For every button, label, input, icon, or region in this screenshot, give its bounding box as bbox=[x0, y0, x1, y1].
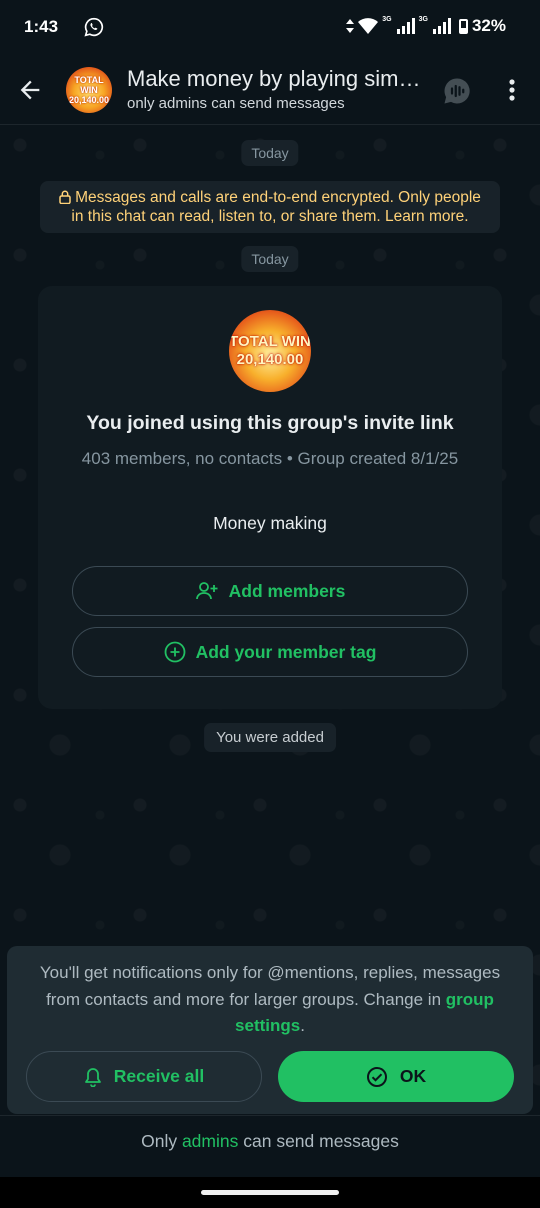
battery-percent: 32% bbox=[471, 16, 506, 35]
avatar-text: TOTAL WIN 20,140.00 bbox=[68, 75, 110, 105]
member-tag-label: Add your member tag bbox=[195, 641, 377, 662]
receive-all-label: Receive all bbox=[113, 1066, 205, 1086]
notification-text: You'll get notifications only for @menti… bbox=[23, 960, 517, 1040]
admins-only-bar: Only admins can send messages bbox=[0, 1115, 540, 1178]
chat-subtitle: only admins can send messages bbox=[127, 95, 345, 112]
group-intro-card: TOTAL WIN 20,140.00 You joined using thi… bbox=[38, 286, 502, 709]
group-meta: 403 members, no contacts • Group created… bbox=[81, 449, 459, 468]
network-type-label-2: 3G bbox=[418, 16, 428, 23]
chat-title[interactable]: Make money by playing simpl... bbox=[127, 66, 427, 92]
receive-all-button[interactable]: Receive all bbox=[26, 1051, 262, 1102]
group-avatar[interactable]: TOTAL WIN 20,140.00 bbox=[66, 67, 112, 113]
battery-icon bbox=[458, 18, 468, 34]
footer-prefix: Only bbox=[141, 1131, 182, 1151]
ok-button[interactable]: OK bbox=[278, 1051, 514, 1102]
card-avatar-text: TOTAL WIN 20,140.00 bbox=[229, 333, 311, 368]
bell-icon bbox=[84, 1067, 101, 1087]
status-bar: 1:43 3G 3G 32% bbox=[0, 0, 540, 56]
admins-link[interactable]: admins bbox=[182, 1131, 238, 1151]
system-nav-bar bbox=[0, 1177, 540, 1208]
invite-heading: You joined using this group's invite lin… bbox=[86, 412, 454, 434]
signal-icon bbox=[396, 18, 415, 34]
ok-label: OK bbox=[399, 1066, 427, 1086]
date-chip-2: Today bbox=[241, 246, 299, 272]
wifi-icon bbox=[358, 18, 379, 34]
footer-suffix: can send messages bbox=[238, 1131, 399, 1151]
lock-icon bbox=[59, 190, 71, 204]
encryption-notice[interactable]: Messages and calls are end-to-end encryp… bbox=[40, 181, 500, 233]
chat-header[interactable]: TOTAL WIN 20,140.00 Make money by playin… bbox=[0, 56, 540, 125]
group-description: Money making bbox=[213, 513, 327, 533]
data-arrows-icon bbox=[346, 19, 355, 33]
add-person-icon bbox=[195, 582, 218, 600]
back-arrow-icon[interactable] bbox=[16, 76, 44, 104]
add-members-button[interactable]: Add members bbox=[72, 566, 468, 616]
signal-icon-2 bbox=[432, 18, 451, 34]
add-member-tag-button[interactable]: Add your member tag bbox=[72, 627, 468, 677]
network-type-label: 3G bbox=[382, 16, 392, 23]
group-card-avatar[interactable]: TOTAL WIN 20,140.00 bbox=[229, 310, 311, 392]
add-members-label: Add members bbox=[228, 580, 346, 601]
check-circle-icon bbox=[366, 1066, 387, 1087]
notification-settings-panel: You'll get notifications only for @menti… bbox=[7, 946, 533, 1114]
whatsapp-icon bbox=[84, 17, 104, 37]
more-options-icon[interactable] bbox=[500, 76, 524, 104]
system-message: You were added bbox=[204, 723, 336, 752]
voice-chat-icon[interactable] bbox=[442, 76, 472, 106]
status-icons: 3G 3G 32% bbox=[346, 16, 506, 36]
home-indicator[interactable] bbox=[201, 1190, 339, 1195]
date-chip: Today bbox=[241, 140, 299, 166]
encryption-notice-text: Messages and calls are end-to-end encryp… bbox=[71, 189, 481, 225]
notification-text-body: You'll get notifications only for @menti… bbox=[39, 963, 501, 1009]
add-circle-icon bbox=[164, 641, 185, 663]
notification-text-end: . bbox=[300, 1016, 305, 1035]
status-time: 1:43 bbox=[24, 17, 59, 36]
